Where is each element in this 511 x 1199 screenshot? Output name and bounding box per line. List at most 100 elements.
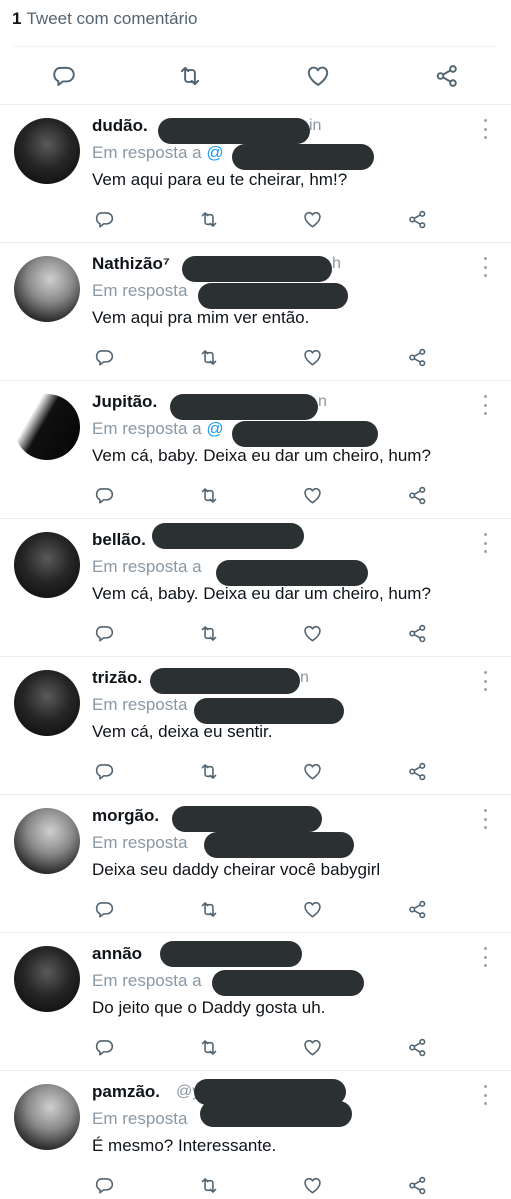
display-name[interactable]: Jupitão. [92, 392, 157, 412]
like-button[interactable] [301, 208, 323, 230]
reply-tweet[interactable]: dudão. in Em resposta a @ Vem aqui para … [0, 105, 511, 243]
share-button[interactable] [406, 898, 428, 920]
display-name[interactable]: bellão. [92, 530, 146, 550]
avatar[interactable] [14, 670, 80, 736]
retweet-button[interactable] [198, 760, 220, 782]
avatar[interactable] [14, 118, 80, 184]
retweet-button[interactable] [198, 898, 220, 920]
share-button[interactable] [406, 1036, 428, 1058]
reply-button[interactable] [93, 622, 115, 644]
more-options-icon[interactable] [478, 119, 492, 139]
reply-mention[interactable]: @ [206, 143, 223, 162]
avatar[interactable] [14, 1084, 80, 1150]
retweet-button[interactable] [198, 346, 220, 368]
display-name[interactable]: pamzão. [92, 1082, 160, 1102]
reply-button[interactable] [93, 898, 115, 920]
timestamp: n [300, 669, 309, 686]
share-button[interactable] [406, 1174, 428, 1196]
redaction-bar [170, 394, 318, 420]
avatar[interactable] [14, 808, 80, 874]
redaction-bar [204, 832, 354, 858]
reply-mention[interactable]: @ [206, 419, 223, 438]
reply-button[interactable] [93, 484, 115, 506]
redaction-bar [194, 698, 344, 724]
like-button[interactable] [301, 760, 323, 782]
retweet-button[interactable] [198, 622, 220, 644]
reply-button[interactable] [49, 61, 79, 91]
more-options-icon[interactable] [478, 809, 492, 829]
more-options-icon[interactable] [478, 395, 492, 415]
reply-button[interactable] [93, 1174, 115, 1196]
reply-tweet[interactable]: bellão. Em resposta a Vem cá, baby. Deix… [0, 519, 511, 657]
share-button[interactable] [406, 622, 428, 644]
redaction-bar [212, 970, 364, 996]
avatar[interactable] [14, 946, 80, 1012]
reply-button[interactable] [93, 208, 115, 230]
tweet-action-bar [0, 58, 511, 94]
share-icon [408, 1038, 425, 1056]
reply-button[interactable] [93, 760, 115, 782]
reply-icon [53, 66, 75, 86]
share-button[interactable] [406, 346, 428, 368]
like-button[interactable] [301, 622, 323, 644]
share-icon [408, 900, 425, 918]
tweet-text: Vem aqui para eu te cheirar, hm!? [92, 170, 348, 189]
share-icon [408, 1176, 425, 1194]
reply-button[interactable] [93, 346, 115, 368]
share-button[interactable] [406, 484, 428, 506]
display-name[interactable]: Nathizão⁷ [92, 254, 170, 274]
display-name[interactable]: dudão. [92, 116, 148, 136]
reply-button[interactable] [93, 1036, 115, 1058]
more-options-icon[interactable] [478, 533, 492, 553]
like-button[interactable] [303, 61, 333, 91]
reply-tweet[interactable]: Jupitão. n Em resposta a @ Vem cá, baby.… [0, 381, 511, 519]
retweet-button[interactable] [198, 1036, 220, 1058]
retweet-icon [201, 1177, 217, 1193]
heart-icon [303, 1177, 321, 1193]
retweet-button[interactable] [175, 61, 205, 91]
heart-icon [303, 487, 321, 503]
quote-count-label: Tweet com comentário [26, 9, 198, 28]
tweet-text: Do jeito que o Daddy gosta uh. [92, 998, 326, 1017]
display-name[interactable]: trizão. [92, 668, 142, 688]
more-options-icon[interactable] [478, 1085, 492, 1105]
like-button[interactable] [301, 484, 323, 506]
like-button[interactable] [301, 1036, 323, 1058]
retweet-icon [201, 901, 217, 917]
display-name[interactable]: annão [92, 944, 142, 964]
avatar[interactable] [14, 256, 80, 322]
more-options-icon[interactable] [478, 257, 492, 277]
like-button[interactable] [301, 898, 323, 920]
reply-tweet[interactable]: pamzão. @y Em resposta É mesmo? Interess… [0, 1071, 511, 1199]
redaction-bar [216, 560, 368, 586]
redaction-bar [152, 523, 304, 549]
quote-tweets-count[interactable]: 1 Tweet com comentário [12, 9, 197, 29]
retweet-icon [201, 763, 217, 779]
reply-context-label: Em resposta a [92, 557, 202, 576]
retweet-icon [201, 1039, 217, 1055]
like-button[interactable] [301, 1174, 323, 1196]
reply-tweet[interactable]: annão Em resposta a Do jeito que o Daddy… [0, 933, 511, 1071]
reply-context-label: Em resposta a [92, 143, 202, 162]
share-icon [408, 210, 425, 228]
share-icon [408, 762, 425, 780]
redaction-bar [160, 941, 302, 967]
reply-context-label: Em resposta [92, 695, 188, 714]
retweet-button[interactable] [198, 208, 220, 230]
retweet-button[interactable] [198, 1174, 220, 1196]
retweet-button[interactable] [198, 484, 220, 506]
share-button[interactable] [406, 208, 428, 230]
like-button[interactable] [301, 346, 323, 368]
more-options-icon[interactable] [478, 671, 492, 691]
share-button[interactable] [406, 760, 428, 782]
reply-tweet[interactable]: Nathizão⁷ h Em resposta Vem aqui pra mim… [0, 243, 511, 381]
share-button[interactable] [432, 61, 462, 91]
display-name[interactable]: morgão. [92, 806, 159, 826]
reply-context: Em resposta a [92, 557, 202, 577]
reply-tweet[interactable]: morgão. Em resposta Deixa seu daddy chei… [0, 795, 511, 933]
redaction-bar [232, 144, 374, 170]
more-options-icon[interactable] [478, 947, 492, 967]
avatar[interactable] [14, 532, 80, 598]
reply-tweet[interactable]: trizão. n Em resposta Vem cá, deixa eu s… [0, 657, 511, 795]
avatar[interactable] [14, 394, 80, 460]
